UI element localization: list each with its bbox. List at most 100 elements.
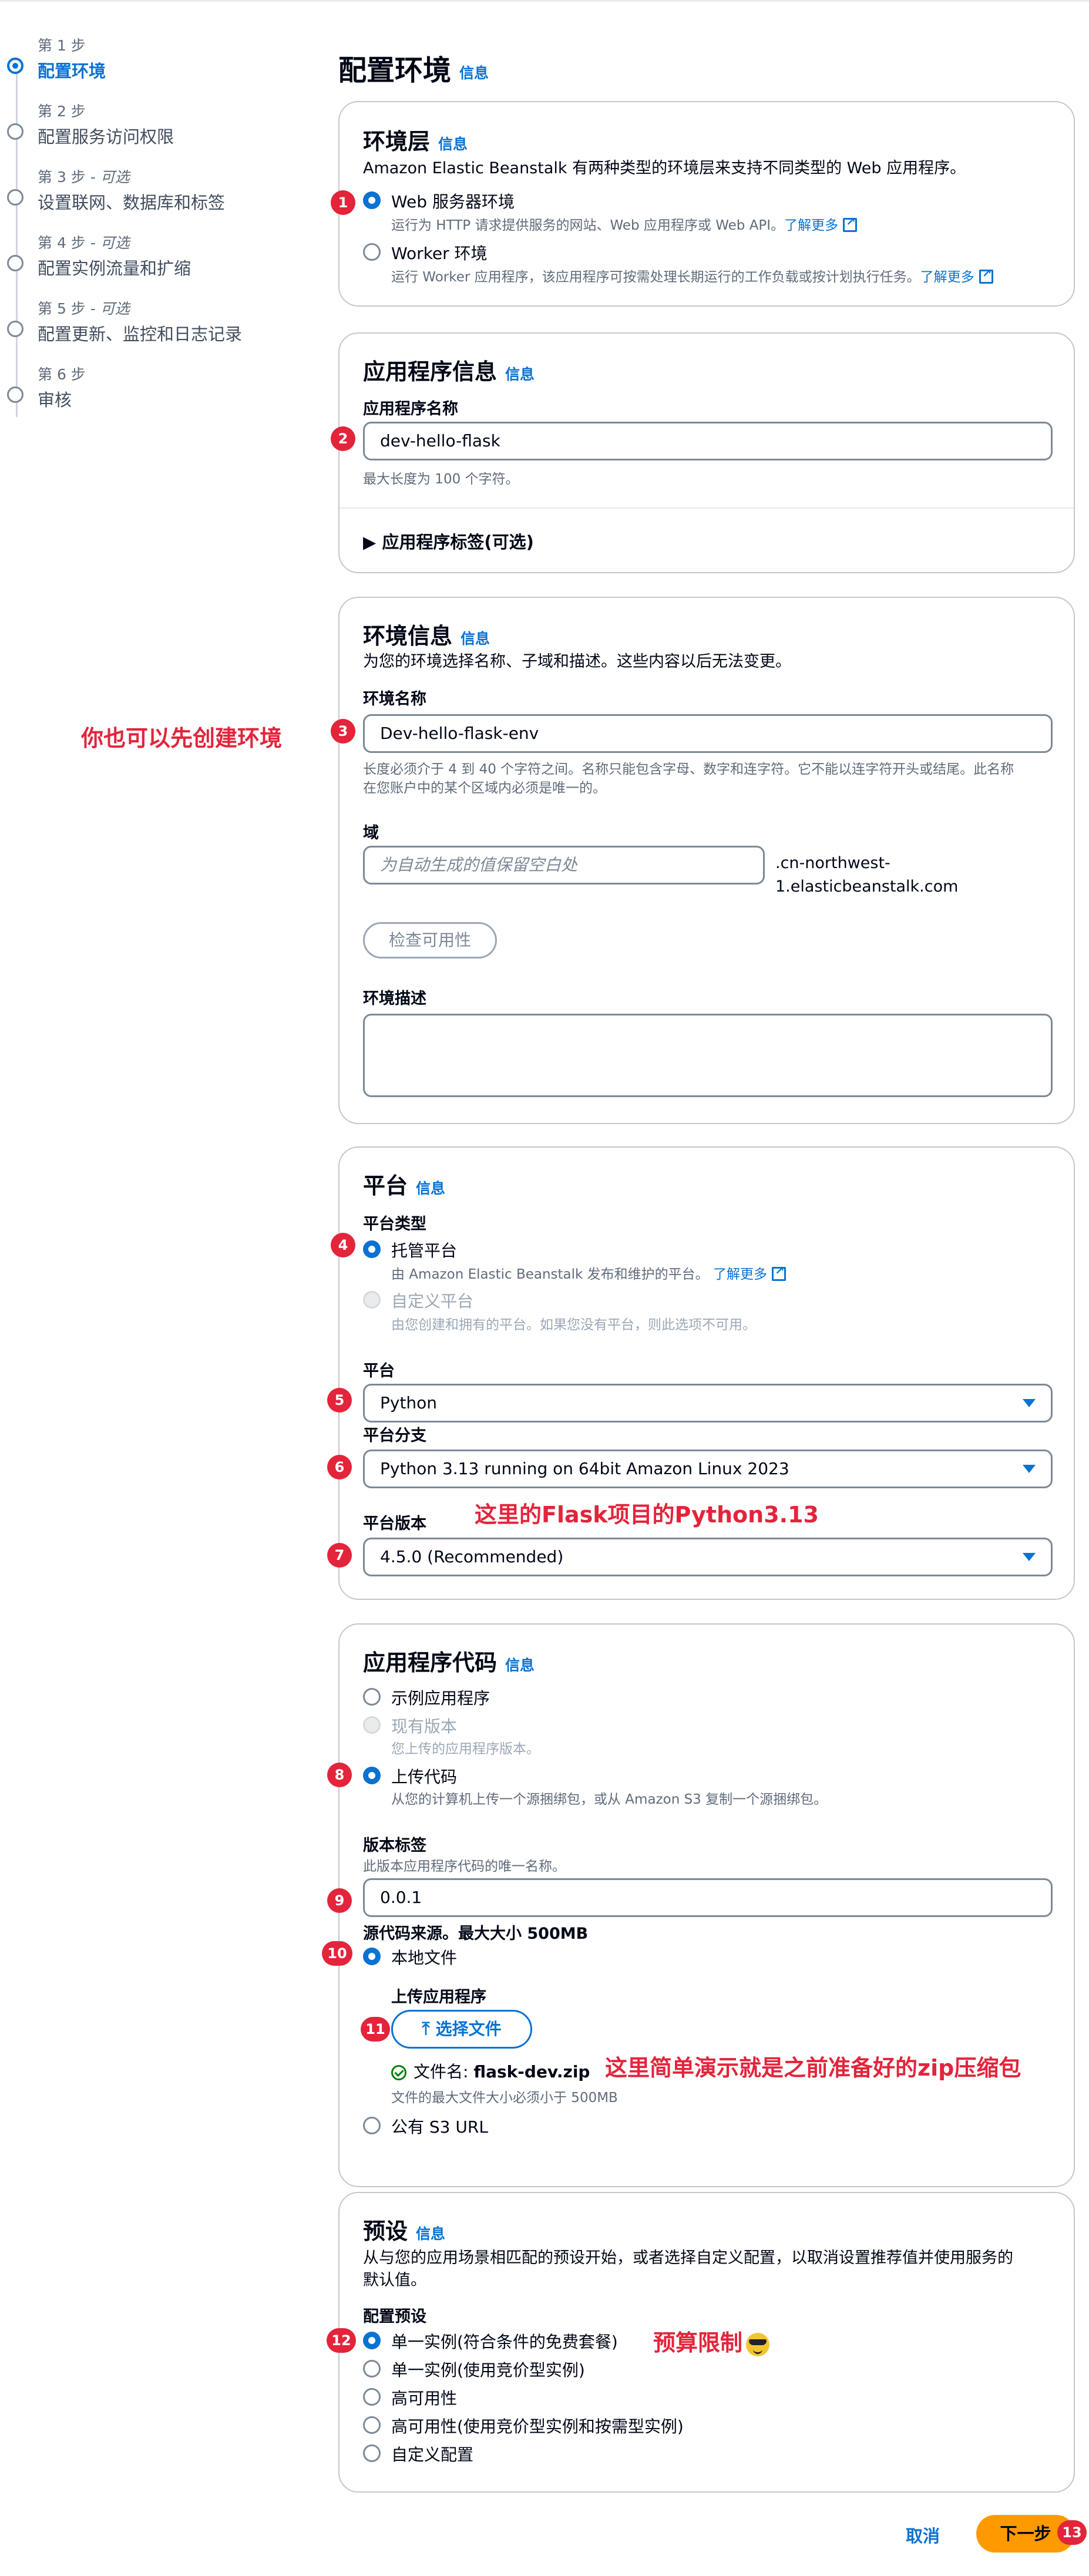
external-link-icon (771, 1263, 786, 1281)
env-name-input[interactable]: Dev-hello-flask-env (363, 714, 1053, 753)
worker-radio[interactable] (363, 243, 381, 261)
existing-version-label: 现有版本 (391, 1717, 458, 1736)
domain-suffix-2: 1.elasticbeanstalk.com (775, 877, 959, 896)
step-title: 配置实例流量和扩缩 (38, 258, 191, 278)
step-3[interactable]: 第 3 步 - 可选 设置联网、数据库和标签 (0, 166, 305, 230)
caret-down-icon (1023, 1399, 1036, 1407)
choose-file-label: 选择文件 (435, 2019, 502, 2039)
step-pending-icon (7, 123, 23, 140)
domain-input[interactable]: 为自动生成的值保留空白处 (363, 846, 765, 885)
learn-more-link[interactable]: 了解更多 (920, 270, 974, 285)
env-name-label: 环境名称 (363, 690, 426, 708)
application-info-panel: 应用程序信息 信息 应用程序名称 dev-hello-flask 最大长度为 10… (338, 332, 1075, 573)
info-link[interactable]: 信息 (416, 1180, 445, 1197)
info-link[interactable]: 信息 (461, 630, 490, 647)
application-code-panel: 应用程序代码 信息 示例应用程序 现有版本 您上传的应用程序版本。 上传代码 从您… (338, 1623, 1075, 2187)
file-size-hint: 文件的最大文件大小必须小于 500MB (391, 2090, 618, 2106)
panel-divider (340, 507, 1074, 509)
preset-radio-ha[interactable] (363, 2388, 381, 2406)
local-file-radio[interactable] (363, 1948, 381, 1965)
page-title: 配置环境 信息 (338, 47, 489, 88)
platform-branch-select[interactable]: Python 3.13 running on 64bit Amazon Linu… (363, 1450, 1053, 1488)
preset-radio-custom[interactable] (363, 2444, 381, 2462)
platform-version-select[interactable]: 4.5.0 (Recommended) (363, 1538, 1053, 1576)
learn-more-link[interactable]: 了解更多 (784, 218, 838, 233)
info-link[interactable]: 信息 (416, 2225, 445, 2242)
step-6[interactable]: 第 6 步 审核 (0, 363, 305, 428)
domain-suffix-1: .cn-northwest- (775, 854, 890, 872)
learn-more-link[interactable]: 了解更多 (713, 1267, 767, 1282)
annotation-python: 这里的Flask项目的Python3.13 (475, 1502, 819, 1528)
choose-file-button[interactable]: ⤒ 选择文件 (391, 2010, 532, 2049)
upload-code-desc: 从您的计算机上传一个源捆绑包，或从 Amazon S3 复制一个源捆绑包。 (391, 1792, 828, 1807)
env-name-hint-2: 在您账户中的某个区域内必须是唯一的。 (363, 781, 606, 796)
existing-version-desc: 您上传的应用程序版本。 (391, 1741, 540, 1757)
annotation-budget: 预算限制 (653, 2325, 770, 2357)
step-5[interactable]: 第 5 步 - 可选 配置更新、监控和日志记录 (0, 297, 305, 362)
presets-desc-1: 从与您的应用场景相匹配的预设开始，或者选择自定义配置，以取消设置推荐值并使用服务… (363, 2249, 1013, 2267)
sunglasses-emoji-icon (746, 2332, 770, 2356)
info-link[interactable]: 信息 (459, 65, 489, 82)
managed-platform-radio[interactable] (363, 1240, 381, 1258)
annotation-env-first: 你也可以先创建环境 (81, 725, 283, 751)
env-description-textarea[interactable] (363, 1014, 1053, 1097)
step-1[interactable]: 第 1 步 配置环境 (0, 34, 305, 99)
environment-info-panel: 环境信息 信息 为您的环境选择名称、子域和描述。这些内容以后无法变更。 环境名称 … (338, 597, 1075, 1124)
info-link[interactable]: 信息 (438, 136, 468, 153)
top-divider (0, 0, 1089, 2)
step-2[interactable]: 第 2 步 配置服务访问权限 (0, 100, 305, 164)
platform-branch-value: Python 3.13 running on 64bit Amazon Linu… (380, 1459, 789, 1478)
external-link-icon (843, 214, 858, 232)
step-number: 第 2 步 (38, 103, 86, 120)
existing-version-radio[interactable] (363, 1716, 381, 1734)
step-badge: 12 (327, 2328, 356, 2353)
upload-code-radio[interactable] (363, 1767, 381, 1784)
cancel-button[interactable]: 取消 (906, 2523, 940, 2547)
step-number: 第 5 步 - 可选 (38, 300, 130, 317)
upload-icon: ⤒ (422, 2019, 430, 2039)
version-label-desc: 此版本应用程序代码的唯一名称。 (363, 1859, 566, 1874)
platform-version-value: 4.5.0 (Recommended) (380, 1547, 564, 1566)
step-current-icon (7, 58, 23, 74)
sample-app-radio[interactable] (363, 1688, 381, 1706)
platform-select[interactable]: Python (363, 1384, 1053, 1422)
step-badge: 1 (331, 190, 355, 215)
panel-title: 应用程序代码 信息 (363, 1650, 535, 1676)
info-link[interactable]: 信息 (505, 366, 535, 383)
info-link[interactable]: 信息 (505, 1657, 535, 1674)
panel-description: Amazon Elastic Beanstalk 有两种类型的环境层来支持不同类… (363, 159, 966, 177)
app-tags-toggle[interactable]: ▶ 应用程序标签(可选) (363, 529, 534, 553)
s3-url-radio[interactable] (363, 2117, 381, 2134)
success-check-icon (391, 2065, 406, 2080)
preset-radio-ha-mixed[interactable] (363, 2416, 381, 2434)
panel-title: 环境层 信息 (363, 129, 468, 154)
env-name-hint-1: 长度必须介于 4 到 40 个字符之间。名称只能包含字母、数字和连字符。它不能以… (363, 762, 1014, 777)
app-name-label: 应用程序名称 (363, 400, 458, 418)
worker-label: Worker 环境 (391, 244, 488, 263)
version-label-title: 版本标签 (363, 1837, 426, 1855)
step-badge: 11 (361, 2017, 390, 2042)
web-server-radio[interactable] (363, 191, 381, 209)
panel-title: 平台 信息 (363, 1173, 446, 1199)
panel-title: 预设 信息 (363, 2218, 446, 2244)
custom-platform-radio[interactable] (363, 1291, 381, 1309)
step-number: 第 1 步 (38, 37, 86, 54)
app-name-hint: 最大长度为 100 个字符。 (363, 472, 519, 487)
step-pending-icon (7, 321, 23, 337)
custom-platform-desc: 由您创建和拥有的平台。如果您没有平台，则此选项不可用。 (391, 1317, 756, 1333)
preset-label: 自定义配置 (391, 2445, 474, 2464)
preset-radio-single-spot[interactable] (363, 2360, 381, 2377)
sample-app-label: 示例应用程序 (391, 1689, 490, 1708)
step-title: 配置服务访问权限 (38, 127, 174, 147)
check-availability-button[interactable]: 检查可用性 (363, 922, 497, 959)
version-label-input[interactable]: 0.0.1 (363, 1878, 1053, 1917)
managed-platform-desc: 由 Amazon Elastic Beanstalk 发布和维护的平台。 了解更… (391, 1263, 786, 1283)
step-badge: 3 (331, 719, 355, 744)
web-server-desc: 运行为 HTTP 请求提供服务的网站、Web 应用程序或 Web API。了解更… (391, 214, 858, 234)
step-number: 第 4 步 - 可选 (38, 234, 130, 251)
step-badge: 9 (327, 1888, 352, 1913)
preset-radio-single-free[interactable] (363, 2332, 381, 2349)
step-4[interactable]: 第 4 步 - 可选 配置实例流量和扩缩 (0, 231, 305, 296)
step-pending-icon (7, 386, 23, 403)
app-name-input[interactable]: dev-hello-flask (363, 422, 1053, 460)
